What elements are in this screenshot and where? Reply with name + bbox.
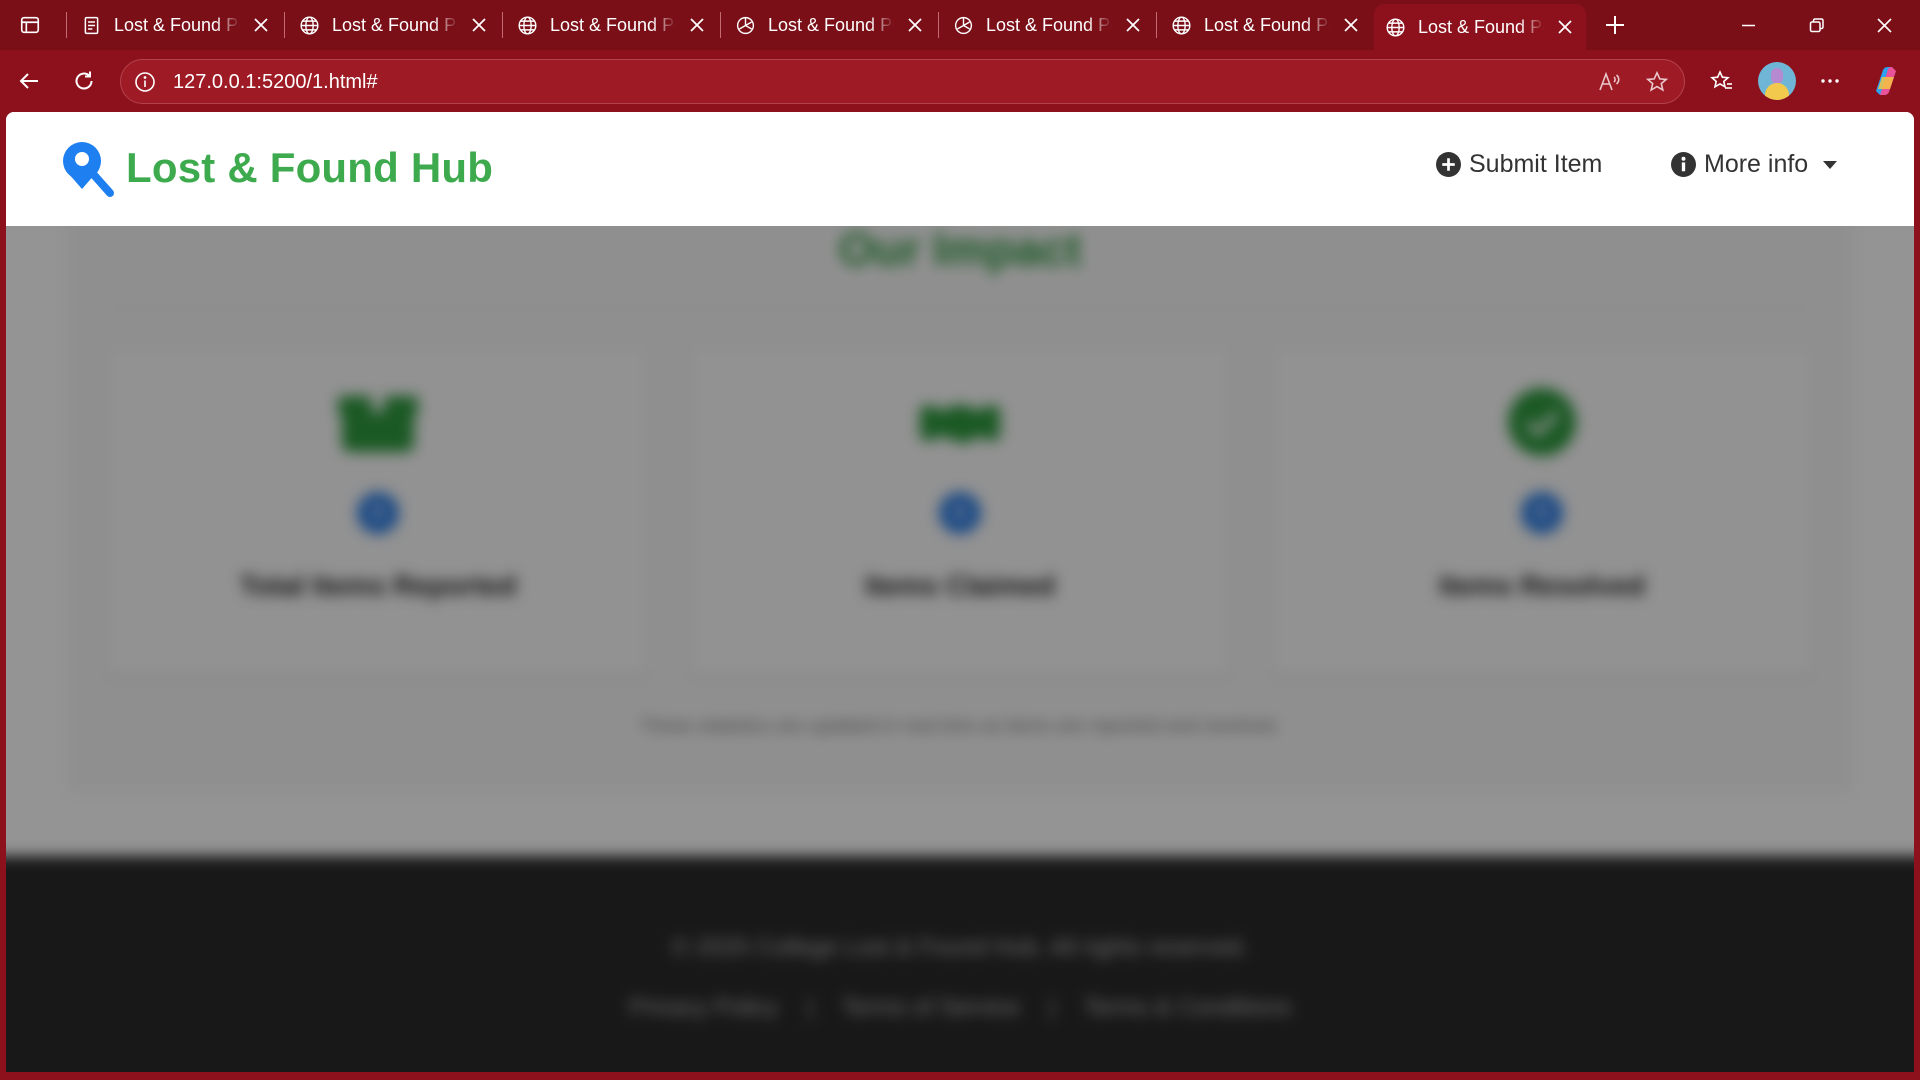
tab-title: Lost & Found Portal <box>1418 16 1544 37</box>
modal-backdrop[interactable] <box>6 226 1914 1072</box>
tab-separator <box>284 12 285 38</box>
tab-actions-button[interactable] <box>12 11 48 39</box>
caret-down-icon <box>1823 160 1838 169</box>
more-info-dropdown[interactable]: More info <box>1671 150 1838 179</box>
minimize-icon <box>1741 24 1755 26</box>
info-circle-icon <box>1671 152 1696 177</box>
browser-tab[interactable]: Lost & Found Portal <box>1160 4 1372 46</box>
tab-title: Lost & Found Portal <box>550 14 676 35</box>
globe-icon <box>298 14 320 36</box>
openai-icon <box>734 14 756 36</box>
tab-title: Lost & Found Portal <box>1204 14 1330 35</box>
favorite-button[interactable] <box>1643 68 1671 96</box>
avatar-head <box>1771 68 1783 84</box>
close-tab-icon[interactable] <box>1552 14 1578 40</box>
refresh-icon <box>75 71 93 90</box>
tab-separator <box>1156 12 1157 38</box>
tab-title: Lost & Found Portal <box>114 14 240 35</box>
tab-separator <box>720 12 721 38</box>
globe-icon <box>1170 14 1192 36</box>
close-tab-icon[interactable] <box>684 12 710 38</box>
site-info-icon[interactable] <box>133 70 157 94</box>
profile-avatar[interactable] <box>1758 62 1796 100</box>
read-aloud-icon <box>1599 71 1620 91</box>
more-info-label: More info <box>1704 150 1809 178</box>
close-tab-icon[interactable] <box>248 12 274 38</box>
refresh-button[interactable] <box>66 63 102 99</box>
submit-item-link[interactable]: Submit Item <box>1436 150 1602 179</box>
restore-button[interactable] <box>1782 0 1850 50</box>
plus-icon <box>1606 16 1624 34</box>
tab-title: Lost & Found Portal <box>768 14 894 35</box>
document-icon <box>80 14 102 36</box>
restore-icon <box>1809 17 1824 32</box>
address-url[interactable]: 127.0.0.1:5200/1.html# <box>173 71 378 94</box>
copilot-icon[interactable] <box>1868 63 1904 99</box>
tab-separator <box>502 12 503 38</box>
close-tab-icon[interactable] <box>902 12 928 38</box>
tab-separator <box>66 12 67 38</box>
close-window-button[interactable] <box>1850 0 1918 50</box>
tab-separator <box>938 12 939 38</box>
close-tab-icon[interactable] <box>1338 12 1364 38</box>
back-button[interactable] <box>12 63 48 99</box>
globe-icon <box>1384 16 1406 38</box>
tab-title: Lost & Found Portal <box>986 14 1112 35</box>
search-location-icon <box>63 142 114 197</box>
window-bottom-border <box>0 1072 1920 1080</box>
star-icon <box>1645 70 1669 92</box>
globe-icon <box>516 14 538 36</box>
browser-tab[interactable]: Lost & Found Portal <box>288 4 500 46</box>
openai-icon <box>952 14 974 36</box>
close-icon <box>1876 17 1892 33</box>
favorites-icon <box>1710 70 1732 89</box>
brand-name: Lost & Found Hub <box>126 144 494 191</box>
read-aloud-button[interactable] <box>1595 68 1623 96</box>
more-dots-icon <box>1821 79 1839 83</box>
avatar-body <box>1765 83 1789 100</box>
tab-actions-icon <box>20 16 40 34</box>
browser-tab[interactable]: Lost & Found Portal <box>70 4 282 46</box>
back-arrow-icon <box>19 73 38 89</box>
plus-circle-icon <box>1436 152 1461 177</box>
close-tab-icon[interactable] <box>466 12 492 38</box>
address-bar[interactable]: 127.0.0.1:5200/1.html# <box>120 59 1685 104</box>
page-viewport: Lost & Found Hub Submit Item More info O… <box>6 112 1914 1072</box>
favorites-button[interactable] <box>1704 63 1740 99</box>
browser-tab[interactable]: Lost & Found Portal <box>724 4 936 46</box>
browser-tab[interactable]: Lost & Found Portal <box>506 4 718 46</box>
tab-strip: Lost & Found Portal Lost & Found Portal … <box>0 0 1920 50</box>
settings-more-button[interactable] <box>1812 63 1848 99</box>
tab-title: Lost & Found Portal <box>332 14 458 35</box>
minimize-button[interactable] <box>1714 0 1782 50</box>
site-header: Lost & Found Hub Submit Item More info <box>6 112 1914 226</box>
close-tab-icon[interactable] <box>1120 12 1146 38</box>
browser-tab-active[interactable]: Lost & Found Portal <box>1374 4 1586 50</box>
new-tab-button[interactable] <box>1598 9 1632 41</box>
browser-tab[interactable]: Lost & Found Portal <box>942 4 1154 46</box>
browser-toolbar: 127.0.0.1:5200/1.html# <box>0 50 1920 112</box>
brand-logo[interactable]: Lost & Found Hub <box>58 139 493 197</box>
submit-item-label: Submit Item <box>1469 150 1603 178</box>
